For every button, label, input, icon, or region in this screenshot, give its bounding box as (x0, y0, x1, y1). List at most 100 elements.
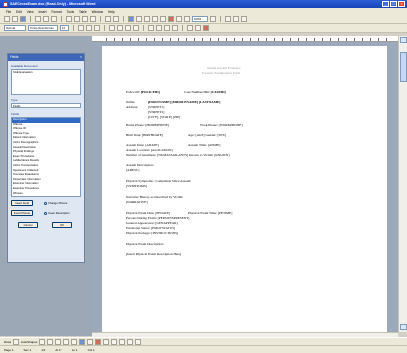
align-left-icon[interactable] (109, 25, 115, 31)
insert-field-button[interactable]: Insert Field (11, 200, 33, 206)
document-map-icon[interactable] (176, 16, 182, 22)
available-document-list[interactable]: SAE Evaluation (11, 69, 81, 95)
ruler-tick (146, 38, 147, 41)
oval-icon[interactable] (63, 338, 70, 345)
insert-table-icon[interactable] (144, 16, 150, 22)
highlight-icon[interactable] (195, 25, 201, 31)
increase-indent-icon[interactable] (172, 25, 178, 31)
decrease-indent-icon[interactable] (164, 25, 170, 31)
narrative-label: Narrative History as Described by Victim… (126, 195, 184, 199)
menu-edit[interactable]: Edit (16, 10, 22, 14)
font-color-icon[interactable] (203, 25, 209, 31)
scroll-down-arrow-icon[interactable] (400, 324, 407, 330)
change-picture-option[interactable]: Change Picture (44, 201, 67, 205)
textbox-icon[interactable] (71, 338, 78, 345)
paste-icon[interactable] (82, 16, 88, 22)
rectangle-icon[interactable] (55, 338, 62, 345)
open-folder-icon[interactable] (12, 16, 18, 22)
undo-icon[interactable] (105, 16, 111, 22)
ok-button[interactable]: OK (52, 222, 72, 228)
known-label: Known to Victim: (188, 153, 214, 157)
bullets-icon[interactable] (156, 25, 162, 31)
menu-view[interactable]: View (27, 10, 34, 14)
new-document-icon[interactable] (4, 16, 10, 22)
insert-excel-icon[interactable] (152, 16, 158, 22)
vertical-scrollbar[interactable] (398, 36, 407, 332)
format-painter-icon[interactable] (90, 16, 96, 22)
line-style-icon[interactable] (119, 338, 126, 345)
scrollbar-thumb[interactable] (400, 52, 407, 82)
word-app-icon[interactable] (3, 1, 8, 7)
menu-file[interactable]: File (6, 10, 11, 14)
menu-window[interactable]: Window (92, 10, 103, 14)
fill-color-icon[interactable] (95, 338, 102, 345)
columns-icon[interactable] (160, 16, 166, 22)
cancel-button[interactable]: Cancel (18, 222, 38, 228)
radio-dot-icon[interactable] (44, 211, 47, 215)
zoom-select[interactable]: 100% (192, 16, 208, 22)
help-icon[interactable] (210, 16, 216, 22)
hyperlink-icon[interactable] (128, 16, 134, 22)
italic-icon[interactable] (86, 25, 92, 31)
ruler-tick (178, 38, 179, 41)
menu-format[interactable]: Format (51, 10, 61, 14)
menu-tools[interactable]: Tools (67, 10, 74, 14)
underline-icon[interactable] (94, 25, 100, 31)
clipart-icon[interactable] (87, 338, 94, 345)
cut-icon[interactable] (66, 16, 72, 22)
menu-insert[interactable]: Insert (39, 10, 47, 14)
print-icon[interactable] (35, 16, 41, 22)
menu-help[interactable]: Help (108, 10, 115, 14)
save-icon[interactable] (20, 16, 26, 22)
close-button[interactable]: × (398, 1, 405, 7)
field-list-item[interactable]: Witness (12, 192, 80, 197)
wordart-icon[interactable] (79, 338, 86, 345)
minimize-button[interactable]: _ (382, 1, 389, 7)
font-size-select[interactable]: 12 (60, 25, 69, 31)
maximize-button[interactable]: □ (390, 1, 397, 7)
document-page[interactable]: Sexual Assault Evidence Forensic Examina… (102, 46, 387, 332)
ruler-tick (194, 38, 195, 41)
scroll-up-arrow-icon[interactable] (400, 37, 407, 43)
toolbar-extra-icon[interactable] (241, 16, 247, 22)
radio-dot-icon[interactable] (44, 201, 47, 205)
spelling-icon[interactable] (51, 16, 57, 22)
task-pane-header: Fields × (8, 54, 84, 61)
autoshapes-menu[interactable]: AutoShapes (21, 340, 37, 344)
tables-borders-icon[interactable] (136, 16, 142, 22)
align-right-icon[interactable] (125, 25, 131, 31)
shadow-icon[interactable] (127, 338, 134, 345)
line-color-icon[interactable] (103, 338, 110, 345)
bold-icon[interactable] (78, 25, 84, 31)
style-select[interactable]: Normal (4, 25, 26, 31)
ruler-tick (210, 38, 211, 41)
numbering-icon[interactable] (148, 25, 154, 31)
align-center-icon[interactable] (117, 25, 123, 31)
font-color-icon[interactable] (111, 338, 118, 345)
justify-icon[interactable] (133, 25, 139, 31)
borders-icon[interactable] (187, 25, 193, 31)
arrow-icon[interactable] (47, 338, 54, 345)
draw-menu[interactable]: Draw (4, 340, 11, 344)
toolbar-extra-icon[interactable] (225, 16, 231, 22)
line-icon[interactable] (39, 338, 46, 345)
print-preview-icon[interactable] (43, 16, 49, 22)
select-objects-icon[interactable] (13, 338, 20, 345)
toolbar-extra-icon[interactable] (233, 16, 239, 22)
address-line-2: [STREET2] (148, 110, 165, 114)
insert-picture-button[interactable]: Insert Picture (11, 210, 33, 216)
show-hide-icon[interactable] (184, 16, 190, 22)
3d-icon[interactable] (135, 338, 142, 345)
type-select[interactable]: Fields (11, 103, 81, 108)
copy-icon[interactable] (74, 16, 80, 22)
font-select[interactable]: Times New Roman (28, 25, 58, 31)
drawing-icon[interactable] (168, 16, 174, 22)
redo-icon[interactable] (113, 16, 119, 22)
task-pane-close-icon[interactable]: × (80, 54, 82, 61)
assault-location-label: Assault Location: (126, 148, 151, 152)
fields-listbox[interactable]: Description Offense Offense ID Offense Type… (11, 117, 81, 197)
doc-header-subtitle: Forensic Examination Form (202, 71, 241, 75)
ruler-tick (338, 38, 339, 41)
menu-table[interactable]: Table (79, 10, 87, 14)
insert-description-option[interactable]: Insert Description (44, 211, 70, 215)
